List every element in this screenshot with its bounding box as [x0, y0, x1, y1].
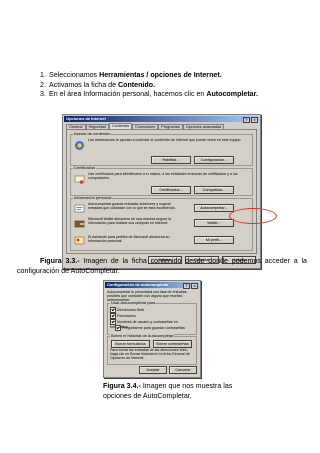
profile-icon: [74, 236, 85, 245]
autocompletar-button[interactable]: Autocompletar...: [194, 204, 234, 212]
asesor-group: Asesor de contenido Las restricciones le…: [70, 131, 253, 166]
usar-autocompletar-group: Usar Autocompletar para Direcciones Web …: [107, 300, 197, 335]
cancelar-button[interactable]: Cancelar: [169, 366, 197, 374]
dialog-title-bar: Configuración de autocompletar ? ×: [105, 282, 199, 289]
certificate-icon: [74, 175, 85, 184]
step-1: 1. Seleccionamos Herramientas / opciones …: [40, 71, 222, 79]
figure-3-4-caption: Figura 3.4.- Imagen que nos muestra las …: [103, 382, 233, 400]
borrar-historial-group: Borrar el historial de Autocompletar Bor…: [107, 333, 197, 365]
help-icon[interactable]: ?: [183, 283, 190, 289]
instruction-steps: 1. Seleccionamos Herramientas / opciones …: [40, 71, 310, 100]
close-icon[interactable]: ×: [251, 117, 258, 123]
wallet-button[interactable]: Wallet...: [194, 219, 234, 227]
help-icon[interactable]: ?: [243, 117, 250, 123]
habilitar-button[interactable]: Habilitar...: [151, 156, 191, 164]
borrar-contrasenas-button[interactable]: Borrar contraseñas: [153, 340, 192, 348]
figure-3-3-caption: Figura 3.3.- Imagen de la ficha contenid…: [17, 257, 307, 275]
mi-perfil-button[interactable]: Mi perfil...: [194, 236, 234, 244]
content-panel: Asesor de contenido Las restricciones le…: [66, 129, 257, 254]
close-icon[interactable]: ×: [191, 283, 198, 289]
option-preguntarme[interactable]: Preguntarme para guardar contraseñas: [115, 325, 197, 331]
borrar-formularios-button[interactable]: Borrar formularios: [111, 340, 150, 348]
autocomplete-settings-dialog: Configuración de autocompletar ? × Autoco…: [103, 280, 201, 378]
companias-button[interactable]: Compañías...: [194, 186, 234, 194]
certificados-group: Certificados Use certificados para ident…: [70, 165, 253, 196]
configuracion-button[interactable]: Configuración...: [194, 156, 234, 164]
highlight-circle: [229, 208, 277, 224]
step-3: 3. En el área Información personal, hacem…: [40, 90, 258, 99]
autocomplete-icon: [74, 204, 85, 213]
wallet-icon: [74, 220, 85, 228]
certificados-button[interactable]: Certificados...: [151, 186, 191, 194]
informacion-personal-group: Información personal Autocompletar guard…: [70, 195, 253, 251]
step-2: 2. Activamos la ficha de Contenido.: [40, 80, 156, 89]
checkbox-prompt[interactable]: [115, 325, 121, 331]
dialog-title-bar: Opciones de Internet ? ×: [64, 116, 259, 123]
content-advisor-icon: [75, 141, 84, 150]
aceptar-button[interactable]: Aceptar: [139, 366, 167, 374]
internet-options-dialog: Opciones de Internet ? × General Segurida…: [62, 114, 277, 269]
